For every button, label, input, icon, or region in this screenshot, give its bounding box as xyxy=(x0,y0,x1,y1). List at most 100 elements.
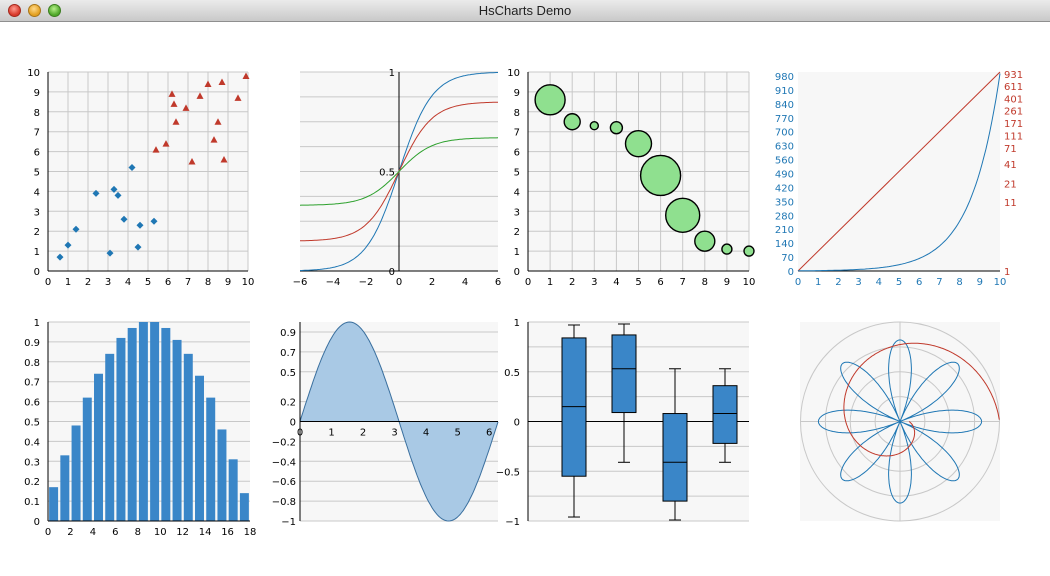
left-y-tick-label: 560 xyxy=(775,156,794,167)
y-tick-label: 4 xyxy=(34,187,40,198)
y-tick-label: 0.1 xyxy=(24,497,40,508)
y-tick-label: 0 xyxy=(34,267,40,278)
x-tick-label: 10 xyxy=(242,277,255,288)
bar xyxy=(195,375,204,521)
y-tick-label: 4 xyxy=(514,187,520,198)
title-bar: HsCharts Demo xyxy=(0,0,1050,22)
y-tick-label: 1 xyxy=(34,318,40,329)
y-tick-label: 5 xyxy=(34,168,40,179)
x-tick-label: 0 xyxy=(45,277,51,288)
bubble xyxy=(624,129,653,158)
y-tick-label: 0.3 xyxy=(24,457,40,468)
x-tick-label: 5 xyxy=(145,277,151,288)
sine-area-chart: −1−0.8−0.6−0.4−0.200.20.50.70.90 1 2 3 4 5 6 xyxy=(272,321,499,528)
bar-chart: 00.10.20.30.40.50.60.70.80.910 2 4 6 8 10 12 14… xyxy=(24,318,256,538)
bar xyxy=(82,397,92,521)
y-tick-label: 0.7 xyxy=(24,378,40,389)
x-tick-label: 0 xyxy=(45,527,51,538)
left-y-tick-label: 840 xyxy=(775,100,794,111)
scatter-chart: 0 1 2 3 4 5 6 7 8 9 10 0 1 2 3 4 5 6 7 8 9 10 xyxy=(27,68,254,288)
y-tick-label: 9 xyxy=(514,88,520,99)
y-tick-label: 0 xyxy=(34,517,40,528)
bubble xyxy=(743,245,755,257)
left-y-tick-label: 350 xyxy=(775,197,794,208)
app-window: HsCharts Demo 0 1 2 3 4 5 6 7 8 9 10 0 1 2 3 4 5 6 7 8 9 10 −6… xyxy=(0,0,1050,572)
x-tick-label: 8 xyxy=(956,277,962,288)
x-tick-label: −2 xyxy=(359,277,374,288)
x-tick-label: 3 xyxy=(591,277,597,288)
left-y-tick-label: 770 xyxy=(775,114,794,125)
y-tick-label: 6 xyxy=(34,148,40,159)
y-tick-label: 0.5 xyxy=(24,418,40,429)
y-tick-label: 0 xyxy=(514,418,520,429)
bubble xyxy=(639,154,682,197)
bar xyxy=(161,327,171,521)
x-tick-label: 6 xyxy=(495,277,501,288)
box-body xyxy=(712,385,738,444)
x-tick-label: 14 xyxy=(199,527,212,538)
y-tick-label: −0.2 xyxy=(272,437,296,448)
box-plot-chart: −1 −0.5 0 0.5 1 xyxy=(496,318,749,528)
x-tick-label: 3 xyxy=(391,428,397,439)
y-tick-label: 3 xyxy=(34,207,40,218)
y-tick-label: 0.6 xyxy=(24,398,40,409)
y-tick-label: 2 xyxy=(34,227,40,238)
bar xyxy=(239,493,249,521)
bar xyxy=(138,322,148,521)
right-y-tick-label: 171 xyxy=(1004,119,1023,130)
right-y-tick-label: 71 xyxy=(1004,144,1017,155)
x-tick-label: 4 xyxy=(613,277,619,288)
bar xyxy=(94,373,103,521)
bar xyxy=(60,455,70,521)
x-tick-label: 1 xyxy=(328,428,334,439)
y-tick-label: 9 xyxy=(34,88,40,99)
x-tick-label: 5 xyxy=(896,277,902,288)
x-tick-label: 16 xyxy=(221,527,234,538)
right-y-tick-label: 11 xyxy=(1004,198,1017,209)
x-tick-label: 7 xyxy=(936,277,942,288)
x-tick-label: 10 xyxy=(743,277,756,288)
x-tick-label: 4 xyxy=(876,277,882,288)
dual-axis-chart: 0 1 2 3 4 5 6 7 8 9 100701402102803504204905606307… xyxy=(775,70,1023,288)
left-y-tick-label: 140 xyxy=(775,239,794,250)
bubble xyxy=(589,121,599,131)
x-tick-label: 4 xyxy=(125,277,131,288)
y-tick-label: 0 xyxy=(514,267,520,278)
y-tick-label: 3 xyxy=(514,207,520,218)
y-tick-label: 0.9 xyxy=(24,338,40,349)
box-body xyxy=(662,413,688,502)
x-tick-label: 12 xyxy=(176,527,189,538)
y-tick-label: −1 xyxy=(505,517,520,528)
y-tick-label: 0.5 xyxy=(504,368,520,379)
y-tick-label: −0.5 xyxy=(496,467,520,478)
x-tick-label: 6 xyxy=(916,277,922,288)
right-y-tick-label: 111 xyxy=(1004,131,1023,142)
y-tick-label: 1 xyxy=(514,318,520,329)
x-tick-label: 2 xyxy=(835,277,841,288)
bar xyxy=(71,425,81,521)
right-y-tick-label: 401 xyxy=(1004,94,1023,105)
y-tick-label: 6 xyxy=(514,148,520,159)
x-tick-label: 1 xyxy=(815,277,821,288)
left-y-tick-label: 280 xyxy=(775,211,794,222)
right-y-tick-label: 41 xyxy=(1004,160,1017,171)
y-tick-label: 10 xyxy=(27,68,40,79)
y-tick-label: −0.8 xyxy=(272,497,296,508)
x-tick-label: 2 xyxy=(67,527,73,538)
y-tick-label: 7 xyxy=(34,128,40,139)
y-tick-label: 5 xyxy=(514,168,520,179)
polar-chart xyxy=(800,321,1000,522)
x-tick-label: 6 xyxy=(657,277,663,288)
x-tick-label: 1 xyxy=(547,277,553,288)
x-tick-label: 9 xyxy=(977,277,983,288)
x-tick-label: 4 xyxy=(90,527,96,538)
right-y-tick-label: 611 xyxy=(1004,82,1023,93)
x-tick-label: 3 xyxy=(105,277,111,288)
x-tick-label: 7 xyxy=(185,277,191,288)
x-tick-label: 2 xyxy=(429,277,435,288)
x-tick-label: 10 xyxy=(154,527,167,538)
bubble xyxy=(563,113,581,131)
x-tick-label: −4 xyxy=(326,277,341,288)
y-tick-label: 8 xyxy=(514,108,520,119)
right-y-tick-label: 21 xyxy=(1004,179,1017,190)
